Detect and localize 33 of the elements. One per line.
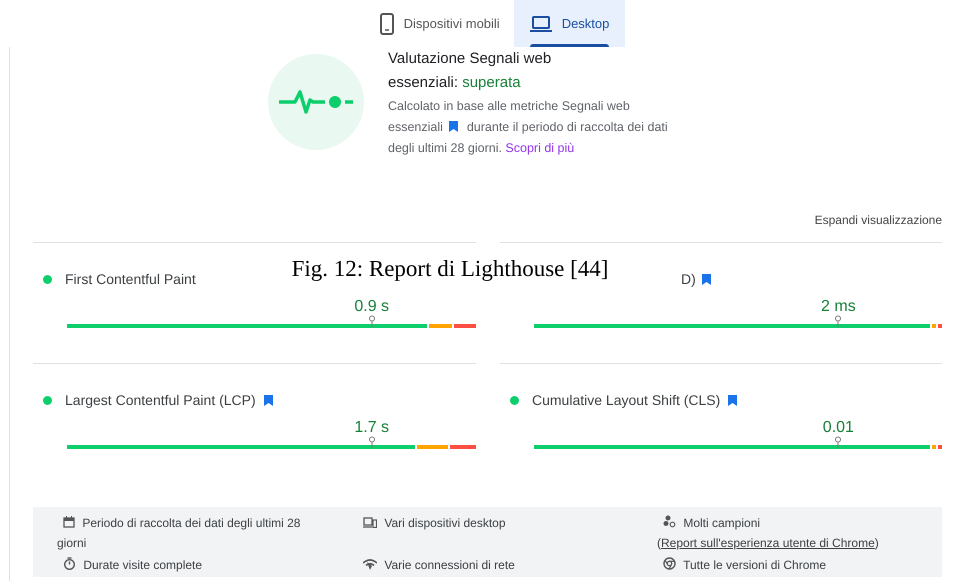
learn-more-link[interactable]: Scopri di più (505, 141, 574, 155)
calendar-icon (63, 516, 75, 528)
metric-value: 0.01 (822, 419, 854, 437)
info-text: Periodo di raccolta dei dati degli ultimi 28 giorni (57, 515, 302, 552)
assessment-title: Valutazione Segnali web (388, 49, 552, 69)
metric-name: First Contentful Paint (65, 271, 196, 287)
info-text: Molti campioni (Report sull'esperienza utente di Chrome) (657, 514, 880, 552)
laptop-icon (530, 16, 552, 32)
bookmark-icon (449, 121, 458, 132)
info-text: Vari dispositivi desktop (357, 513, 617, 533)
assessment-description: Calcolato in base alle metriche Segnali web essenziali durante il periodo di raccolta dei dati degli ultimi 28 giorni. Scopri di più (388, 98, 669, 157)
metric-value: 2 ms (821, 298, 856, 316)
device-tab[interactable]: Desktop (514, 0, 626, 47)
info-text: Varie connessioni di rete (357, 555, 617, 575)
signal-icon (363, 559, 377, 570)
phone-icon (380, 12, 394, 34)
people-icon (663, 515, 676, 528)
assessment-label: essenziali: (388, 74, 458, 91)
device-tab[interactable]: Dispositivi mobili (366, 0, 514, 47)
devices-icon (363, 517, 377, 528)
report-link[interactable]: Report sull'esperienza utente di Chrome (661, 536, 875, 550)
chrome-icon (663, 557, 676, 570)
pulse-icon (279, 88, 353, 116)
info-text: Durate visite complete (57, 555, 317, 575)
info-text: Tutte le versioni di Chrome (657, 555, 937, 575)
assessment-result: superata (462, 74, 521, 91)
metric-value: 1.7 s (354, 419, 390, 437)
expand-view-link[interactable]: Espandi visualizzazione (814, 213, 942, 227)
metric-name: Largest Contentful Paint (LCP) (65, 392, 256, 408)
metric-name: D) (681, 271, 696, 287)
metric-name: Cumulative Layout Shift (CLS) (532, 392, 720, 408)
metric-value: 0.9 s (354, 298, 390, 316)
timer-icon (63, 557, 76, 570)
